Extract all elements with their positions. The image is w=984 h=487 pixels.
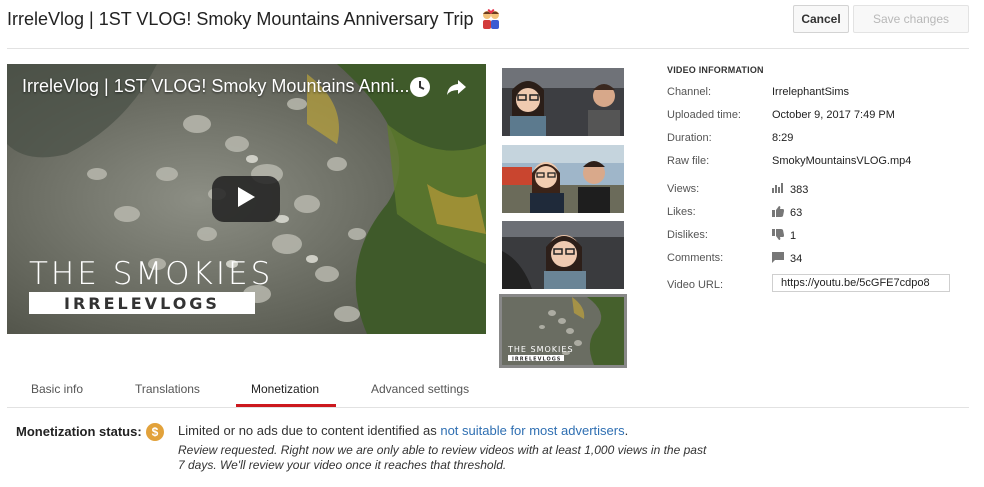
uploaded-value: October 9, 2017 7:49 PM: [772, 109, 895, 121]
couple-emoji-icon: [480, 8, 502, 30]
comments-value: 34: [772, 252, 802, 266]
likes-value: 63: [772, 206, 802, 220]
svg-text:THE SMOKIES: THE SMOKIES: [507, 345, 574, 354]
video-url-field[interactable]: [772, 274, 950, 292]
raw-file-label: Raw file:: [667, 155, 710, 167]
likes-label: Likes:: [667, 206, 696, 218]
thumbnail-3[interactable]: [502, 221, 624, 289]
duration-value: 8:29: [772, 132, 793, 144]
share-icon[interactable]: [445, 76, 467, 98]
views-label: Views:: [667, 183, 700, 195]
uploaded-time: October 9, 2017 7:49 PM: [772, 109, 895, 121]
video-player[interactable]: IrreleVlog | 1ST VLOG! Smoky Mountains A…: [7, 64, 486, 334]
tab-translations[interactable]: Translations: [135, 382, 200, 396]
overlay-banner: IRRELEVLOGS: [29, 292, 255, 314]
play-button[interactable]: [212, 176, 280, 222]
likes-count: 63: [790, 207, 803, 219]
save-changes-button[interactable]: Save changes: [853, 5, 969, 33]
bar-chart-icon: [772, 183, 784, 196]
comments-label: Comments:: [667, 252, 724, 264]
tab-advanced-settings[interactable]: Advanced settings: [371, 382, 469, 396]
status-prefix: Limited or no ads due to content identif…: [178, 423, 441, 438]
svg-text:IRRELEVLOGS: IRRELEVLOGS: [512, 357, 561, 363]
cancel-button[interactable]: Cancel: [793, 5, 849, 33]
raw-file-value: SmokyMountainsVLOG.mp4: [772, 155, 911, 167]
comment-icon: [772, 252, 784, 266]
dollar-coin-icon: $: [146, 423, 164, 441]
play-icon: [236, 186, 256, 213]
views-count: 383: [790, 183, 809, 196]
thumbnail-1[interactable]: [502, 68, 624, 136]
dollar-symbol: $: [151, 425, 159, 439]
monetization-status-text: Limited or no ads due to content identif…: [178, 423, 628, 438]
video-title: IrreleVlog | 1ST VLOG! Smoky Mountains A…: [7, 8, 502, 30]
overlay-title: THE SMOKIES: [29, 256, 274, 292]
monetization-status-label: Monetization status:: [16, 424, 142, 439]
dislikes-value: 1: [772, 229, 796, 243]
uploaded-label: Uploaded time:: [667, 109, 741, 121]
raw-file-name: SmokyMountainsVLOG.mp4: [772, 155, 912, 167]
tab-basic-info[interactable]: Basic info: [31, 382, 83, 396]
player-title: IrreleVlog | 1ST VLOG! Smoky Mountains A…: [22, 76, 410, 96]
thumbs-down-icon: [772, 229, 784, 243]
comments-count: 34: [790, 253, 803, 265]
clock-icon[interactable]: [409, 76, 431, 98]
overlay-banner-text: IRRELEVLOGS: [64, 293, 220, 313]
dislikes-count: 1: [790, 230, 797, 242]
channel-label: Channel:: [667, 86, 712, 98]
duration-label: Duration:: [667, 132, 712, 144]
tabs-divider: [7, 407, 969, 408]
dislikes-label: Dislikes:: [667, 229, 708, 241]
channel-name: IrrelephantSims: [772, 86, 850, 98]
tab-monetization[interactable]: Monetization: [251, 382, 319, 396]
review-note: Review requested. Right now we are only …: [178, 443, 707, 472]
status-suffix: .: [624, 423, 629, 438]
video-title-text: IrreleVlog | 1ST VLOG! Smoky Mountains A…: [7, 8, 474, 29]
video-info-heading: VIDEO INFORMATION: [667, 65, 764, 75]
views-value: 383: [772, 183, 808, 196]
thumbnail-4-selected[interactable]: THE SMOKIES IRRELEVLOGS: [499, 294, 627, 368]
thumbnail-2[interactable]: [502, 145, 624, 213]
duration-text: 8:29: [772, 132, 794, 144]
thumbs-up-icon: [772, 206, 784, 220]
header-divider: [7, 48, 969, 49]
not-suitable-link[interactable]: not suitable for most advertisers: [440, 423, 624, 438]
video-url-label: Video URL:: [667, 279, 724, 291]
channel-value: IrrelephantSims: [772, 86, 849, 98]
